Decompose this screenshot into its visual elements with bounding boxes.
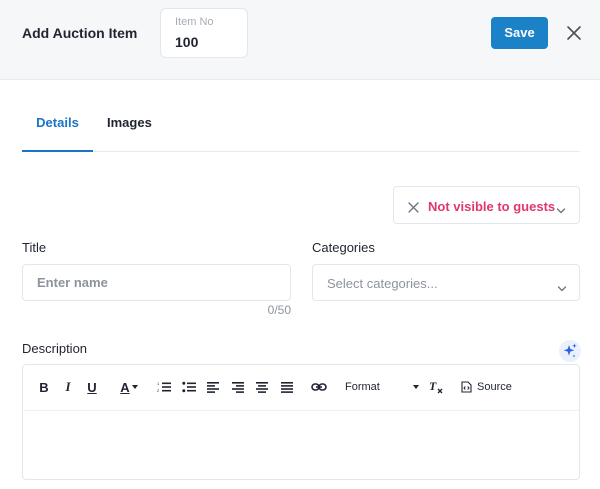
chevron-down-icon bbox=[556, 202, 566, 214]
format-label: Format bbox=[345, 381, 380, 393]
close-icon bbox=[408, 200, 419, 213]
visibility-label: Not visible to guests bbox=[428, 199, 556, 214]
header-bar: Add Auction Item Item No 100 Save bbox=[0, 0, 600, 80]
visibility-dropdown[interactable]: Not visible to guests bbox=[393, 186, 580, 224]
description-editor[interactable]: B I U A 12 Format T Source bbox=[22, 364, 580, 480]
font-color-button[interactable]: A bbox=[117, 378, 141, 396]
link-icon[interactable] bbox=[311, 378, 327, 396]
caret-down-icon bbox=[131, 385, 138, 389]
tab-bar: Details Images bbox=[22, 100, 580, 152]
title-field[interactable] bbox=[22, 264, 291, 301]
sparkle-icon[interactable] bbox=[559, 340, 581, 362]
chevron-down-icon bbox=[557, 280, 567, 292]
source-label: Source bbox=[477, 381, 512, 393]
close-icon[interactable] bbox=[564, 23, 584, 43]
editor-toolbar: B I U A 12 Format T Source bbox=[23, 365, 579, 411]
tab-images[interactable]: Images bbox=[107, 100, 152, 152]
align-left-icon[interactable] bbox=[207, 378, 219, 396]
source-button[interactable]: Source bbox=[461, 378, 513, 396]
categories-placeholder: Select categories... bbox=[327, 276, 438, 291]
page-title: Add Auction Item bbox=[22, 25, 138, 41]
source-code-icon bbox=[461, 381, 472, 393]
format-select[interactable]: Format bbox=[345, 378, 419, 396]
clear-format-icon[interactable]: T bbox=[429, 378, 443, 396]
title-input[interactable] bbox=[23, 265, 290, 300]
categories-select[interactable]: Select categories... bbox=[312, 264, 580, 301]
title-label: Title bbox=[22, 240, 47, 255]
align-center-icon[interactable] bbox=[256, 378, 268, 396]
font-color-letter: A bbox=[120, 379, 130, 395]
align-right-icon[interactable] bbox=[232, 378, 244, 396]
align-justify-icon[interactable] bbox=[281, 378, 293, 396]
save-button[interactable]: Save bbox=[491, 17, 548, 49]
caret-down-icon bbox=[413, 385, 419, 389]
svg-text:2: 2 bbox=[157, 388, 160, 393]
item-no-label: Item No bbox=[175, 16, 214, 28]
ordered-list-icon[interactable]: 12 bbox=[157, 378, 171, 396]
underline-button[interactable]: U bbox=[86, 378, 98, 396]
description-label: Description bbox=[22, 341, 88, 356]
italic-button[interactable]: I bbox=[63, 378, 73, 396]
bullet-list-icon[interactable] bbox=[182, 378, 196, 396]
item-no-field[interactable]: Item No 100 bbox=[160, 8, 248, 58]
svg-text:1: 1 bbox=[157, 381, 160, 386]
svg-text:T: T bbox=[429, 380, 437, 393]
item-no-value[interactable]: 100 bbox=[175, 34, 198, 50]
title-char-counter: 0/50 bbox=[267, 303, 291, 317]
tab-details[interactable]: Details bbox=[22, 100, 93, 152]
categories-label: Categories bbox=[312, 240, 375, 255]
bold-button[interactable]: B bbox=[38, 378, 50, 396]
